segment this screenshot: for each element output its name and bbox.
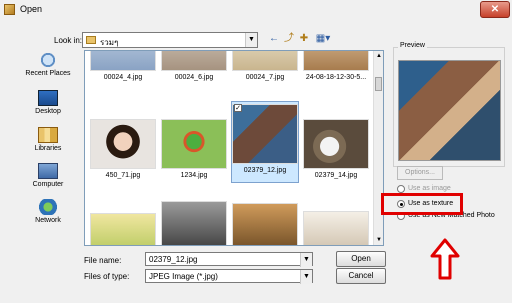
file-name: 24-08-18-12-30-5...: [305, 74, 367, 81]
recent-places-icon: [38, 52, 58, 68]
file-name: 1234.jpg: [180, 172, 208, 179]
window-title: Open: [20, 4, 43, 14]
checkbox-icon[interactable]: ✓: [234, 104, 242, 112]
file-thumbnail: [232, 203, 298, 245]
file-name-field[interactable]: 02379_12.jpg ▼: [145, 252, 313, 267]
view-menu-icon[interactable]: ▦▾: [313, 32, 333, 46]
open-button[interactable]: Open: [336, 251, 386, 267]
file-thumbnail: [303, 51, 369, 71]
highlight-box: [381, 193, 463, 215]
new-folder-icon[interactable]: ✚: [297, 32, 311, 46]
file-thumbnail: [232, 51, 298, 71]
folder-icon: [86, 36, 96, 44]
list-item[interactable]: 00024_6.jpg: [160, 51, 228, 81]
look-in-dropdown[interactable]: รวมๆ ▼: [82, 32, 258, 48]
file-thumbnail: [303, 119, 369, 169]
place-label: Recent Places: [25, 70, 71, 77]
cancel-button[interactable]: Cancel: [336, 268, 386, 284]
vertical-scrollbar[interactable]: ▲ ▼: [373, 51, 383, 245]
place-label: Desktop: [35, 108, 61, 115]
look-in-label: Look in:: [54, 36, 83, 45]
file-thumbnail: [161, 201, 227, 245]
list-item[interactable]: 1234.jpg: [160, 119, 228, 179]
file-name-label: File name:: [84, 256, 122, 265]
file-type-label: Files of type:: [84, 272, 130, 281]
app-icon: [4, 4, 15, 15]
scroll-down-icon[interactable]: ▼: [374, 235, 383, 245]
desktop-icon: [38, 90, 58, 106]
options-button[interactable]: Options...: [397, 166, 443, 180]
file-list[interactable]: 00024_4.jpg 00024_6.jpg 00024_7.jpg 24-0…: [84, 50, 384, 246]
radio-icon: [397, 185, 405, 193]
file-thumbnail: [90, 51, 156, 71]
list-item[interactable]: 00024_7.jpg: [231, 51, 299, 81]
scroll-up-icon[interactable]: ▲: [374, 51, 383, 61]
up-folder-icon[interactable]: ⤴: [282, 32, 296, 46]
place-label: Network: [35, 217, 61, 224]
list-item[interactable]: [302, 211, 370, 245]
file-name: 02379_14.jpg: [314, 172, 358, 179]
list-item[interactable]: 02379_14.jpg: [302, 119, 370, 179]
list-item[interactable]: 24-08-18-12-30-5...: [302, 51, 370, 81]
network-icon: [38, 199, 58, 215]
file-thumbnail: [161, 119, 227, 169]
list-item[interactable]: [89, 213, 157, 245]
file-thumbnail: [232, 104, 298, 164]
file-type-value: JPEG Image (*.jpg): [149, 272, 218, 281]
scroll-thumb[interactable]: [375, 77, 382, 91]
place-label: Computer: [32, 181, 64, 188]
file-type-select[interactable]: JPEG Image (*.jpg) ▼: [145, 269, 313, 284]
place-label: Libraries: [34, 145, 62, 152]
look-in-value: รวมๆ: [100, 38, 119, 47]
place-network[interactable]: Network: [22, 199, 74, 233]
back-icon[interactable]: ←: [267, 32, 281, 46]
file-thumbnail: [90, 119, 156, 169]
list-item-selected[interactable]: ✓ 02379_12.jpg: [231, 101, 299, 183]
file-name: 00024_6.jpg: [174, 74, 214, 81]
chevron-down-icon[interactable]: ▼: [300, 270, 312, 284]
preview-panel: Preview: [393, 42, 505, 167]
place-computer[interactable]: Computer: [22, 163, 74, 197]
computer-icon: [38, 163, 58, 179]
list-item[interactable]: [160, 201, 228, 245]
close-button[interactable]: ✕: [480, 1, 510, 18]
preview-title: Preview: [398, 42, 427, 49]
libraries-icon: [38, 127, 58, 143]
chevron-down-icon[interactable]: ▼: [300, 253, 312, 267]
list-item[interactable]: 00024_4.jpg: [89, 51, 157, 81]
place-desktop[interactable]: Desktop: [22, 90, 74, 124]
file-name: 00024_4.jpg: [103, 74, 143, 81]
radio-label: Use as image: [408, 185, 451, 192]
file-name: 02379_12.jpg: [232, 167, 298, 174]
list-item[interactable]: 450_71.jpg: [89, 119, 157, 179]
title-bar: Open ✕: [0, 0, 512, 20]
place-libraries[interactable]: Libraries: [22, 127, 74, 161]
file-name: 00024_7.jpg: [245, 74, 285, 81]
preview-image: [398, 60, 501, 161]
file-thumbnail: [303, 211, 369, 245]
file-name-value: 02379_12.jpg: [149, 255, 198, 264]
list-item[interactable]: [231, 203, 299, 245]
place-recent-places[interactable]: Recent Places: [22, 52, 74, 86]
file-thumbnail: [161, 51, 227, 71]
places-bar: Recent Places Desktop Libraries Computer…: [22, 50, 74, 240]
file-thumbnail: [90, 213, 156, 245]
arrow-up-icon: [430, 238, 460, 280]
chevron-down-icon[interactable]: ▼: [245, 33, 257, 47]
file-name: 450_71.jpg: [105, 172, 141, 179]
